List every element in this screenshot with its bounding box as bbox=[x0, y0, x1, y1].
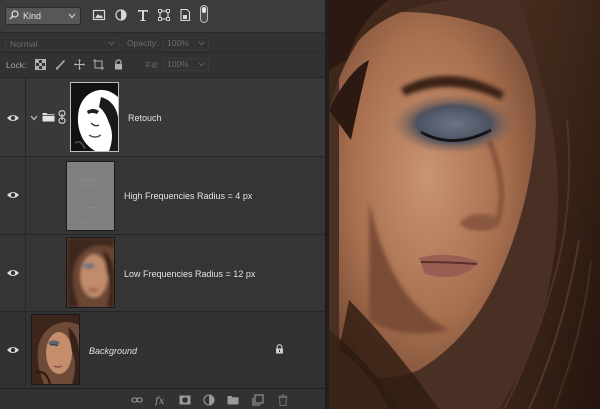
eye-icon[interactable] bbox=[6, 113, 20, 123]
chevron-down-icon[interactable] bbox=[30, 114, 38, 122]
layer-style-icon[interactable]: fx bbox=[155, 394, 167, 406]
lock-label: Lock: bbox=[6, 60, 27, 70]
opacity-label: Opacity: bbox=[127, 38, 159, 48]
svg-text:fx: fx bbox=[155, 396, 165, 406]
mask-link-icon[interactable] bbox=[58, 110, 66, 124]
background-preview-image bbox=[32, 315, 79, 384]
chevron-down-icon bbox=[198, 62, 205, 67]
eye-icon[interactable] bbox=[6, 268, 20, 278]
smart-object-filter-icon[interactable] bbox=[178, 8, 192, 22]
blend-mode-select[interactable]: Normal bbox=[5, 37, 119, 50]
visibility-column-divider bbox=[25, 312, 26, 388]
visibility-column-divider bbox=[25, 157, 26, 234]
layer-name: Retouch bbox=[128, 113, 162, 123]
folder-icon bbox=[42, 113, 55, 122]
low-frequency-preview-image bbox=[67, 238, 114, 307]
filter-toggle-icon[interactable] bbox=[200, 5, 208, 23]
chevron-down-icon bbox=[198, 41, 205, 46]
lock-image-pixels-icon[interactable] bbox=[55, 59, 66, 70]
opacity-value: 100% bbox=[167, 38, 189, 48]
mask-preview-image bbox=[71, 83, 118, 151]
layer-low-frequencies[interactable]: Low Frequencies Radius = 12 px bbox=[0, 235, 325, 312]
type-filter-icon[interactable] bbox=[136, 8, 150, 22]
eye-icon[interactable] bbox=[6, 190, 20, 200]
layer-background[interactable]: Background bbox=[0, 312, 325, 389]
eye-icon[interactable] bbox=[6, 345, 20, 355]
layer-name: Low Frequencies Radius = 12 px bbox=[124, 269, 256, 279]
blend-options-bar: Normal Opacity: 100% bbox=[0, 33, 325, 53]
lock-transparent-pixels-icon[interactable] bbox=[35, 59, 46, 70]
lock-artboard-icon[interactable] bbox=[93, 59, 104, 70]
link-layers-icon[interactable] bbox=[131, 394, 143, 406]
lock-position-icon[interactable] bbox=[74, 59, 85, 70]
filter-kind-label: Kind bbox=[23, 11, 42, 21]
layer-filter-bar: Kind bbox=[0, 0, 325, 33]
layer-thumbnail[interactable] bbox=[66, 237, 115, 308]
layers-panel: Kind Normal Opacity: 100% Lock: Fill: 10… bbox=[0, 0, 325, 409]
fill-field[interactable]: 100% bbox=[163, 58, 209, 71]
search-icon bbox=[9, 10, 19, 20]
adjustment-filter-icon[interactable] bbox=[114, 8, 128, 22]
image-filter-icon[interactable] bbox=[92, 8, 106, 22]
high-frequency-preview-image bbox=[67, 162, 114, 230]
chevron-down-icon bbox=[68, 13, 76, 19]
layers-panel-toolbar: fx bbox=[0, 389, 325, 409]
layer-thumbnail[interactable] bbox=[66, 161, 115, 231]
new-group-icon[interactable] bbox=[227, 394, 239, 406]
lock-all-icon[interactable] bbox=[113, 59, 124, 70]
new-adjustment-icon[interactable] bbox=[203, 394, 215, 406]
visibility-column-divider bbox=[25, 235, 26, 311]
layer-group-retouch[interactable]: Retouch bbox=[0, 78, 325, 157]
fill-value: 100% bbox=[167, 59, 189, 69]
fill-label: Fill: bbox=[146, 60, 160, 70]
document-canvas[interactable] bbox=[329, 0, 600, 409]
lock-icon bbox=[276, 344, 283, 354]
portrait-image bbox=[329, 0, 600, 409]
delete-layer-icon[interactable] bbox=[277, 394, 289, 406]
layer-thumbnail[interactable] bbox=[31, 314, 80, 385]
chevron-down-icon bbox=[108, 41, 115, 46]
opacity-field[interactable]: 100% bbox=[163, 37, 209, 50]
layer-name: Background bbox=[89, 346, 138, 356]
layer-high-frequencies[interactable]: High Frequencies Radius = 4 px bbox=[0, 157, 325, 235]
blend-mode-label: Normal bbox=[10, 39, 38, 49]
layer-name: High Frequencies Radius = 4 px bbox=[124, 191, 253, 201]
new-layer-icon[interactable] bbox=[252, 394, 264, 406]
add-mask-icon[interactable] bbox=[179, 394, 191, 406]
photoshop-window: Kind Normal Opacity: 100% Lock: Fill: 10… bbox=[0, 0, 600, 409]
visibility-column-divider bbox=[25, 78, 26, 156]
shape-filter-icon[interactable] bbox=[157, 8, 171, 22]
layer-mask-thumbnail[interactable] bbox=[70, 82, 119, 152]
filter-kind-select[interactable]: Kind bbox=[5, 7, 81, 25]
